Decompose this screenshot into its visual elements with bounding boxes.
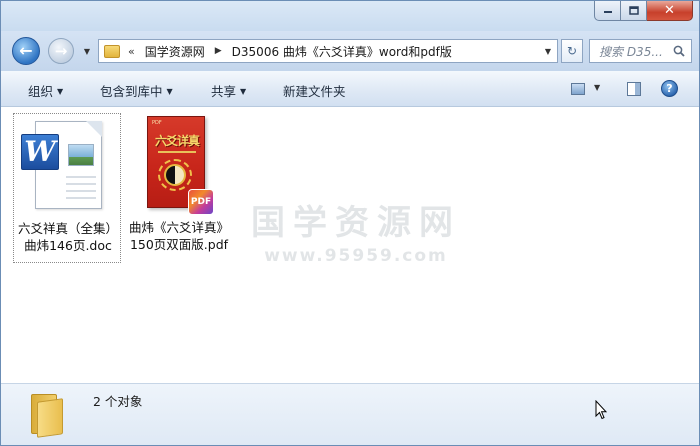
include-in-library-menu[interactable]: 包含到库中 ▼ xyxy=(100,81,173,100)
search-icon xyxy=(673,45,685,57)
search-box[interactable]: 搜索 D35... xyxy=(589,39,692,63)
arrow-left-icon: ← xyxy=(19,41,33,60)
command-bar: 组织 ▼ 包含到库中 ▼ 共享 ▼ 新建文件夹 ▼ ? xyxy=(1,71,699,107)
caption-buttons: ✕ xyxy=(594,1,693,21)
minimize-button[interactable] xyxy=(594,1,621,21)
folder-icon xyxy=(104,44,120,58)
minimize-icon xyxy=(603,10,612,13)
search-input[interactable]: 搜索 D35... xyxy=(599,43,667,60)
breadcrumb-segment[interactable]: D35006 曲炜《六爻详真》word和pdf版 xyxy=(232,43,452,60)
file-name[interactable]: 曲炜《六爻详真》 150页双面版.pdf xyxy=(125,219,233,253)
help-icon[interactable]: ? xyxy=(661,80,678,97)
chevron-down-icon: ▼ xyxy=(57,87,64,96)
item-count: 2 个对象 xyxy=(93,394,143,409)
back-button[interactable]: ← xyxy=(12,37,40,65)
address-bar[interactable]: « 国学资源网 ▶ D35006 曲炜《六爻详真》word和pdf版 ▼ xyxy=(98,39,558,63)
file-name[interactable]: 六爻祥真（全集） 曲炜146页.doc xyxy=(14,220,122,254)
view-options-dropdown-icon[interactable]: ▼ xyxy=(594,83,600,92)
explorer-window: ✕ ← → ▼ « 国学资源网 ▶ D35006 曲炜《六爻详真》word和pd… xyxy=(0,0,700,446)
share-menu[interactable]: 共享 ▼ xyxy=(211,81,246,100)
chevron-down-icon: ▼ xyxy=(83,46,91,56)
book-cover-title: 六爻详真 xyxy=(154,134,200,148)
organize-label: 组织 xyxy=(28,84,54,99)
share-label: 共享 xyxy=(211,84,237,99)
maximize-icon xyxy=(628,6,639,15)
close-icon: ✕ xyxy=(664,3,675,18)
file-item[interactable]: PDF 六爻详真 PDF 曲炜《六爻详真》 150页双面版.pdf xyxy=(125,113,233,263)
new-folder-label: 新建文件夹 xyxy=(283,84,346,99)
address-history-dropdown-icon[interactable]: ▼ xyxy=(545,47,551,56)
new-folder-button[interactable]: 新建文件夹 xyxy=(283,81,346,100)
refresh-icon: ↻ xyxy=(566,44,578,58)
file-item[interactable]: W 六爻祥真（全集） 曲炜146页.doc xyxy=(13,113,121,263)
overflow-chevron[interactable]: « xyxy=(128,45,135,58)
address-row: ← → ▼ « 国学资源网 ▶ D35006 曲炜《六爻详真》word和pdf版… xyxy=(1,31,699,71)
organize-menu[interactable]: 组织 ▼ xyxy=(28,81,63,100)
watermark: 国学资源网 www.95959.com xyxy=(251,203,461,266)
forward-button[interactable]: → xyxy=(48,38,74,64)
pdf-badge-icon: PDF xyxy=(188,189,214,215)
mouse-cursor-icon xyxy=(595,400,607,420)
word-logo-icon: W xyxy=(21,134,59,170)
change-view-icon[interactable] xyxy=(571,83,585,95)
title-bar: ✕ xyxy=(1,1,699,31)
arrow-right-icon: → xyxy=(54,41,68,60)
preview-pane-icon[interactable] xyxy=(627,82,641,96)
maximize-button[interactable] xyxy=(621,1,647,21)
chevron-down-icon: ▼ xyxy=(166,87,173,96)
taiji-icon xyxy=(164,164,186,186)
chevron-down-icon: ▼ xyxy=(240,87,247,96)
recent-pages-dropdown[interactable]: ▼ xyxy=(81,45,93,57)
refresh-button[interactable]: ↻ xyxy=(561,39,583,63)
close-button[interactable]: ✕ xyxy=(647,1,693,21)
file-list[interactable]: W 六爻祥真（全集） 曲炜146页.doc PDF 六爻详真 PDF 曲炜《六爻… xyxy=(1,108,699,383)
breadcrumb-segment[interactable]: 国学资源网 xyxy=(145,43,205,60)
breadcrumb-separator-icon[interactable]: ▶ xyxy=(215,46,222,56)
folder-icon xyxy=(31,388,63,438)
include-in-library-label: 包含到库中 xyxy=(100,84,163,99)
